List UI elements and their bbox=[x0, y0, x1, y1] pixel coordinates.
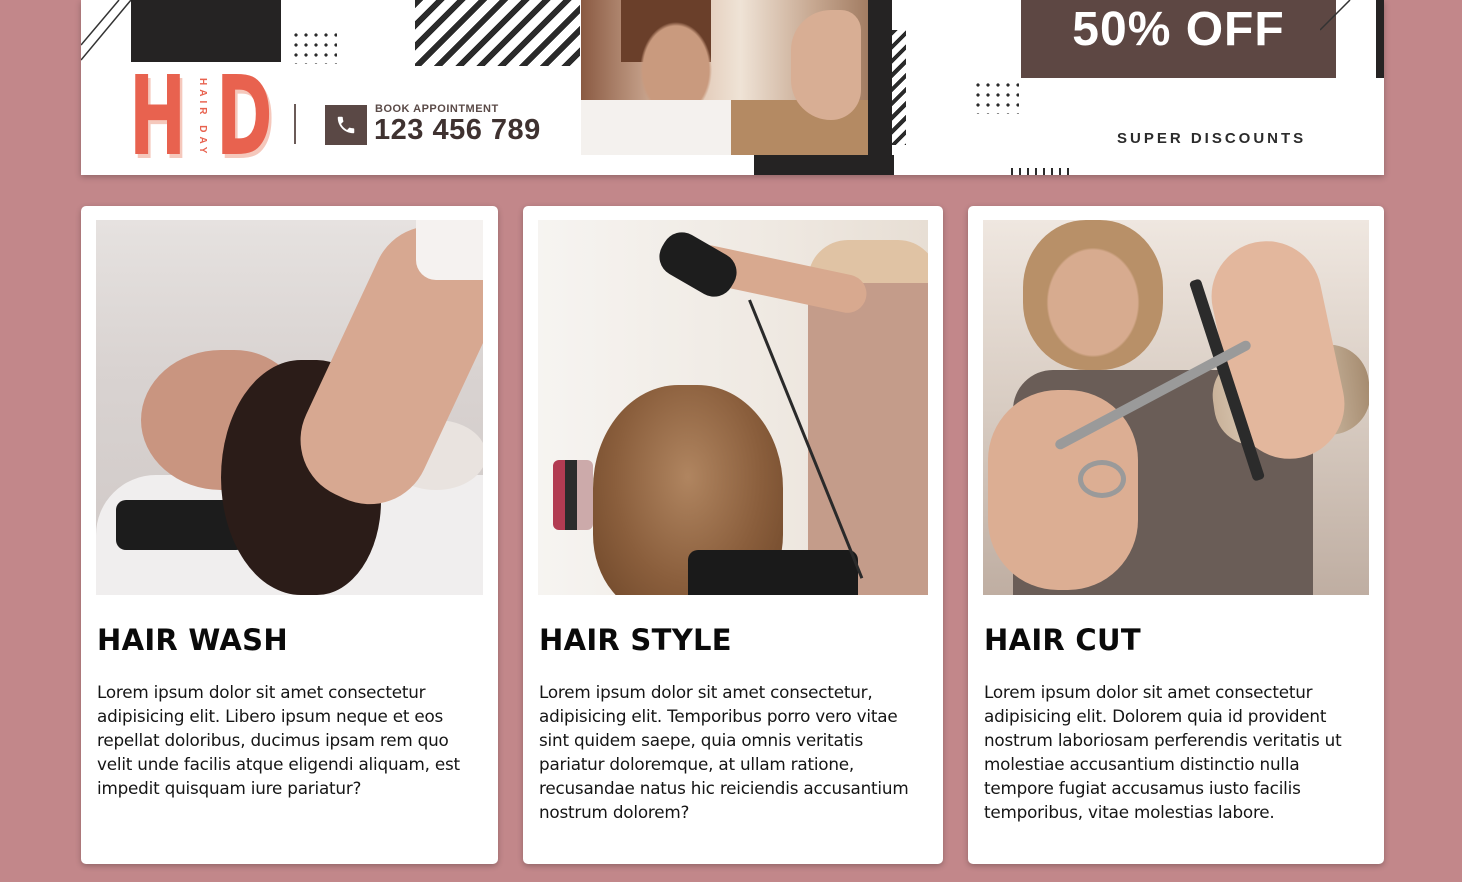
hair-wash-image bbox=[96, 220, 483, 595]
logo-letter-h: H bbox=[129, 52, 187, 175]
card-description: Lorem ipsum dolor sit amet consectetur a… bbox=[984, 682, 1342, 822]
card-title: HAIR WASH bbox=[97, 623, 288, 657]
decorative-ticks bbox=[1011, 168, 1071, 175]
decorative-stripes bbox=[415, 0, 580, 66]
logo-letter-d: D bbox=[216, 52, 273, 175]
offer-text: 50% OFF bbox=[1072, 2, 1285, 56]
decorative-block bbox=[868, 0, 892, 175]
decorative-lines bbox=[1320, 0, 1351, 31]
promo-banner: H HAIR DAY D BOOK APPOINTMENT 123 456 78… bbox=[81, 0, 1384, 175]
card-title: HAIR CUT bbox=[984, 623, 1141, 657]
decorative-dots bbox=[973, 80, 1019, 114]
card-description: Lorem ipsum dolor sit amet consectetur, … bbox=[539, 682, 909, 822]
hair-style-image bbox=[538, 220, 928, 595]
decorative-block bbox=[1376, 0, 1384, 78]
logo-vertical-text: HAIR DAY bbox=[197, 78, 208, 158]
makeup-photo bbox=[581, 0, 871, 155]
salon-logo: H HAIR DAY D bbox=[129, 52, 278, 175]
offer-badge: 50% OFF bbox=[1021, 0, 1336, 78]
service-card-hair-cut: HAIR CUT Lorem ipsum dolor sit amet cons… bbox=[968, 206, 1384, 864]
card-title: HAIR STYLE bbox=[539, 623, 732, 657]
super-discounts-text: SUPER DISCOUNTS bbox=[1117, 130, 1307, 147]
decorative-dots bbox=[291, 30, 337, 64]
card-description: Lorem ipsum dolor sit amet consectetur a… bbox=[97, 682, 460, 798]
divider bbox=[294, 104, 296, 144]
phone-number: 123 456 789 bbox=[374, 114, 541, 146]
phone-icon bbox=[325, 105, 367, 145]
hair-cut-image bbox=[983, 220, 1369, 595]
decorative-stripes bbox=[892, 30, 906, 145]
service-card-hair-style: HAIR STYLE Lorem ipsum dolor sit amet co… bbox=[523, 206, 943, 864]
service-card-hair-wash: HAIR WASH Lorem ipsum dolor sit amet con… bbox=[81, 206, 498, 864]
